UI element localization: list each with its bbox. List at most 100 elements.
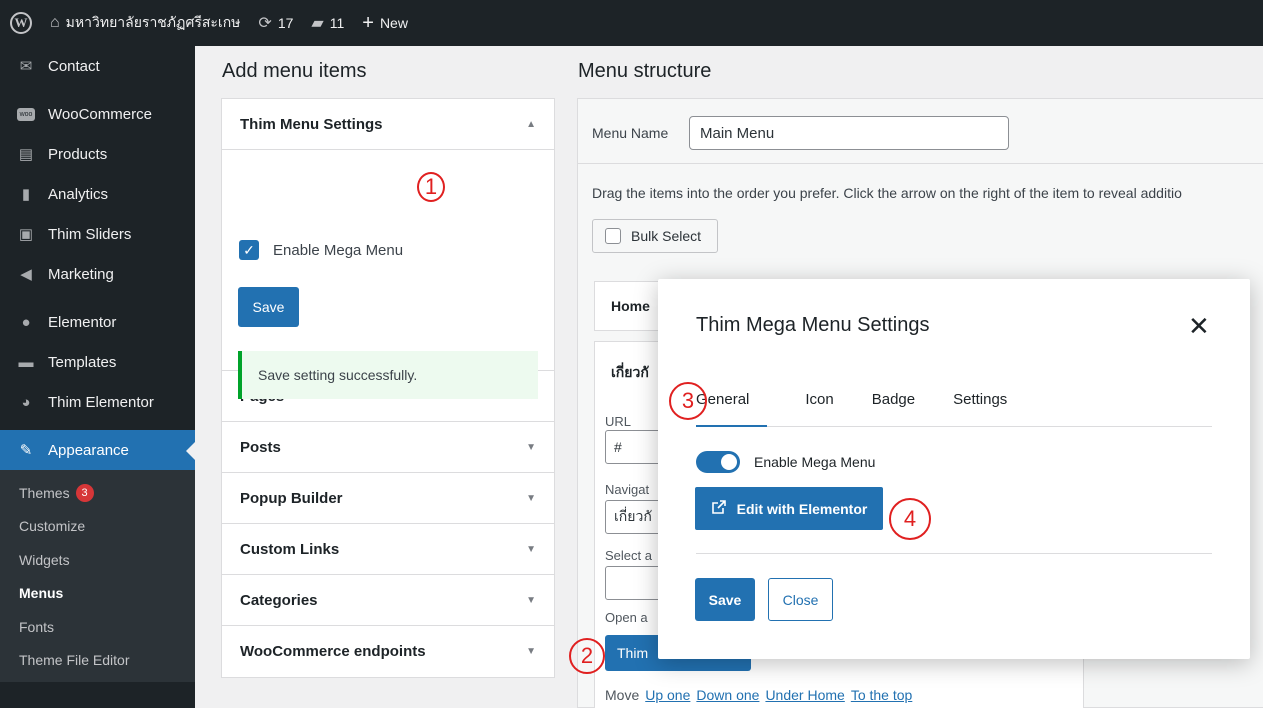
menu-name-input[interactable]: Main Menu [689, 116, 1009, 150]
home-icon: ⌂ [50, 14, 60, 31]
edit-with-elementor-label: Edit with Elementor [736, 500, 868, 517]
wordpress-logo[interactable]: W [10, 12, 32, 34]
enable-mega-menu-toggle-row: Enable Mega Menu [696, 451, 875, 473]
sidebar-item-woocommerce[interactable]: woo WooCommerce [0, 94, 195, 134]
submenu-item-menus[interactable]: Menus [0, 577, 195, 611]
comments-count: 11 [329, 15, 345, 31]
expand-arrow-icon: ▼ [526, 646, 536, 657]
expand-arrow-icon: ▼ [526, 594, 536, 606]
sidebar-item-label: Marketing [48, 265, 114, 283]
tab-badge[interactable]: Badge [872, 379, 915, 427]
site-name: มหาวิทยาลัยราชภัฏศรีสะเกษ [65, 14, 241, 30]
tab-settings[interactable]: Settings [953, 379, 1007, 427]
sidebar-item-products[interactable]: ▤ Products [0, 134, 195, 174]
archive-icon: ▤ [18, 146, 34, 163]
accordion-posts[interactable]: Posts ▼ [222, 422, 554, 473]
updates-count: 17 [277, 15, 294, 31]
move-under-home-link[interactable]: Under Home [765, 687, 844, 703]
accordion-heading: WooCommerce endpoints [240, 643, 426, 660]
move-to-top-link[interactable]: To the top [851, 687, 913, 703]
accordion-custom-links[interactable]: Custom Links ▼ [222, 524, 554, 575]
sidebar-item-thim-sliders[interactable]: ▣ Thim Sliders [0, 214, 195, 254]
menu-item-title[interactable]: เกี่ยวกั [611, 362, 649, 384]
move-up-one-link[interactable]: Up one [645, 687, 690, 703]
open-link-label: Open a [605, 610, 648, 625]
new-content-link[interactable]: + New [362, 12, 408, 35]
menu-structure-heading: Menu structure [578, 60, 712, 82]
accordion-heading: Popup Builder [240, 489, 343, 507]
drag-instructions: Drag the items into the order you prefer… [592, 185, 1182, 201]
enable-mega-menu-row: ✓ Enable Mega Menu [239, 240, 403, 260]
expand-arrow-icon: ▼ [526, 441, 536, 453]
new-label: New [379, 15, 408, 31]
collapse-arrow-icon: ▲ [526, 118, 536, 130]
submenu-item-label: Themes [19, 484, 70, 501]
submenu-item-themes[interactable]: Themes 3 [0, 476, 195, 510]
refresh-icon: ⟳ [258, 15, 272, 32]
move-down-one-link[interactable]: Down one [696, 687, 759, 703]
submenu-item-fonts[interactable]: Fonts [0, 610, 195, 644]
sidebar-item-label: Thim Elementor [48, 393, 154, 411]
thim-mega-menu-settings-modal: Thim Mega Menu Settings ✕ General Icon B… [658, 279, 1250, 659]
tab-icon[interactable]: Icon [805, 379, 833, 427]
bulk-select-button[interactable]: Bulk Select [592, 219, 718, 253]
bar-chart-icon: ▮ [21, 186, 31, 203]
annotation-marker: 3 [669, 382, 707, 420]
move-links-row: Move Up one Down one Under Home To the t… [605, 687, 912, 703]
submenu-item-label: Fonts [19, 618, 55, 635]
accordion-popup-builder[interactable]: Popup Builder ▼ [222, 473, 554, 524]
accordion-categories[interactable]: Categories ▼ [222, 575, 554, 626]
sidebar-item-label: Thim Sliders [48, 225, 132, 243]
accordion-heading: Thim Menu Settings [240, 115, 383, 133]
modal-save-button[interactable]: Save [695, 578, 755, 621]
move-label: Move [605, 687, 640, 703]
modal-tabs: General Icon Badge Settings [696, 379, 1212, 427]
thim-settings-save-button[interactable]: Save [238, 287, 299, 327]
sidebar-item-elementor[interactable]: ● Elementor [0, 302, 195, 342]
mail-icon: ✉ [19, 58, 33, 75]
folder-icon: ▬ [18, 353, 34, 371]
update-count-badge: 3 [75, 483, 94, 502]
add-menu-items-accordion: Thim Menu Settings ▲ ✓ Enable Mega Menu S… [221, 98, 555, 678]
accordion-heading: Categories [240, 591, 318, 609]
toggle-knob [721, 454, 737, 470]
modal-close-button[interactable]: Close [768, 578, 833, 621]
thim-icon: ◕ [21, 393, 31, 411]
sidebar-item-label: Contact [48, 57, 100, 75]
woo-icon: woo [16, 105, 36, 123]
enable-mega-menu-label: Enable Mega Menu [273, 241, 404, 259]
annotation-marker: 1 [417, 172, 445, 202]
sidebar-item-templates[interactable]: ▬ Templates [0, 342, 195, 382]
close-icon[interactable]: ✕ [1188, 313, 1210, 339]
submenu-item-theme-file-editor[interactable]: Theme File Editor [0, 644, 195, 678]
sidebar-item-label: WooCommerce [48, 105, 152, 123]
accordion-heading: Custom Links [240, 540, 340, 558]
enable-mega-menu-checkbox[interactable]: ✓ [239, 240, 259, 260]
sidebar-item-contact[interactable]: ✉ Contact [0, 46, 195, 86]
submenu-item-label: Customize [19, 518, 86, 535]
admin-bar: W ⌂ มหาวิทยาลัยราชภัฏศรีสะเกษ ⟳ 17 ▰ 11 + Ne… [0, 0, 1263, 46]
site-name-link[interactable]: ⌂ มหาวิทยาลัยราชภัฏศรีสะเกษ [50, 12, 240, 34]
edit-with-elementor-button[interactable]: Edit with Elementor [695, 487, 883, 530]
comments-link[interactable]: ▰ 11 [311, 13, 344, 33]
enable-mega-menu-toggle[interactable] [696, 451, 740, 473]
sidebar-item-marketing[interactable]: ◀ Marketing [0, 254, 195, 294]
select-label: Select a [605, 548, 652, 563]
elementor-icon: ● [21, 313, 31, 331]
sidebar-item-thim-elementor[interactable]: ◕ Thim Elementor [0, 382, 195, 422]
sidebar-item-appearance[interactable]: ✎ Appearance [0, 430, 195, 470]
submenu-item-customize[interactable]: Customize [0, 510, 195, 544]
toggle-label: Enable Mega Menu [754, 454, 876, 470]
thim-menu-settings-panel: ✓ Enable Mega Menu Save Save setting suc… [222, 150, 554, 399]
slides-icon: ▣ [18, 226, 34, 243]
sidebar-item-analytics[interactable]: ▮ Analytics [0, 174, 195, 214]
accordion-thim-menu-settings[interactable]: Thim Menu Settings ▲ [222, 99, 554, 150]
updates-link[interactable]: ⟳ 17 [258, 13, 293, 33]
sidebar-item-label: Templates [48, 353, 117, 371]
submenu-item-widgets[interactable]: Widgets [0, 543, 195, 577]
accordion-woocommerce-endpoints[interactable]: WooCommerce endpoints ▼ [222, 626, 554, 677]
bulk-select-checkbox[interactable] [605, 228, 621, 244]
wordpress-icon: W [10, 12, 32, 34]
expand-arrow-icon: ▼ [526, 492, 536, 504]
comment-icon: ▰ [311, 15, 324, 32]
